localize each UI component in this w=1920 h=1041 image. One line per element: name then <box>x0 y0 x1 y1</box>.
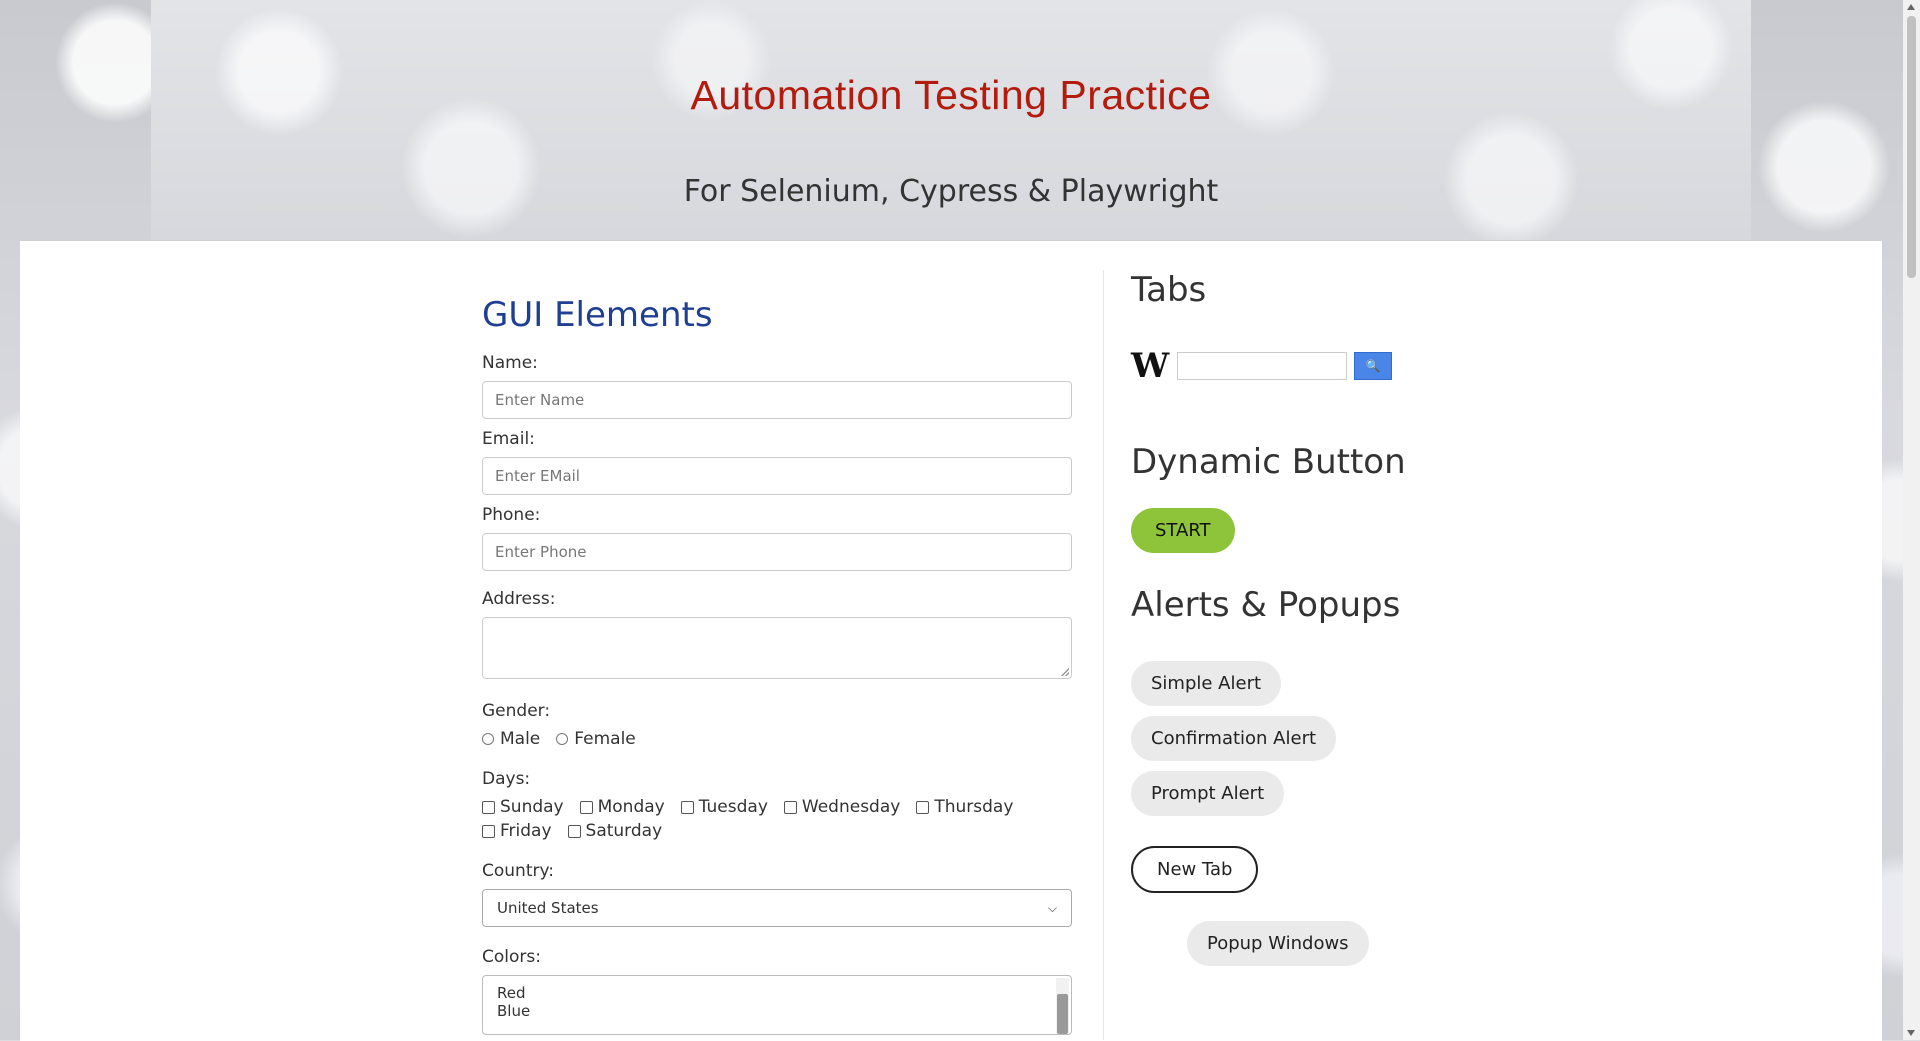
wikipedia-search-button[interactable]: 🔍 <box>1354 352 1393 380</box>
sunday-checkbox[interactable] <box>482 800 495 814</box>
days-label: Days: <box>482 769 531 789</box>
day-wednesday[interactable]: Wednesday <box>783 797 901 817</box>
monday-checkbox[interactable] <box>579 800 593 814</box>
female-label: Female <box>574 729 636 749</box>
prompt-alert-button[interactable]: Prompt Alert <box>1131 771 1285 816</box>
column-divider <box>1103 270 1104 1040</box>
country-label: Country: <box>482 861 555 881</box>
gui-elements-section: GUI Elements Name: Enter Name Email: Ent… <box>482 295 1072 1035</box>
friday-label: Friday <box>500 821 552 841</box>
start-button[interactable]: START <box>1131 508 1235 553</box>
page-scroll-thumb[interactable] <box>1907 16 1916 278</box>
page-subtitle: For Selenium, Cypress & Playwright <box>683 174 1219 209</box>
colors-listbox[interactable]: Red Blue <box>482 975 1072 1035</box>
gender-option-female[interactable]: Female <box>556 729 636 749</box>
dynamic-button-title: Dynamic Button <box>1131 442 1406 482</box>
phone-input[interactable]: Enter Phone <box>482 533 1072 571</box>
day-saturday[interactable]: Saturday <box>567 821 663 841</box>
monday-label: Monday <box>597 797 665 817</box>
country-selected-value: United States <box>497 899 599 917</box>
confirmation-alert-button[interactable]: Confirmation Alert <box>1131 716 1337 761</box>
name-label: Name: <box>482 353 538 373</box>
saturday-label: Saturday <box>585 821 663 841</box>
phone-label: Phone: <box>482 505 541 525</box>
saturday-checkbox[interactable] <box>567 824 581 838</box>
color-option-red[interactable]: Red <box>497 984 1057 1002</box>
female-radio[interactable] <box>556 733 569 745</box>
resize-grip-icon[interactable] <box>1061 668 1069 676</box>
phone-placeholder: Enter Phone <box>495 543 587 561</box>
scroll-down-arrow-icon[interactable] <box>1907 1030 1915 1036</box>
day-friday[interactable]: Friday <box>482 821 552 841</box>
wikipedia-search-input[interactable] <box>1177 352 1348 380</box>
male-label: Male <box>500 729 541 749</box>
tuesday-checkbox[interactable] <box>680 800 694 814</box>
tuesday-label: Tuesday <box>698 797 768 817</box>
day-sunday[interactable]: Sunday <box>482 797 564 817</box>
wikipedia-logo-icon: W <box>1131 346 1170 386</box>
male-radio[interactable] <box>482 733 494 745</box>
colors-label: Colors: <box>482 947 541 967</box>
right-sidebar: Tabs W 🔍 Dynamic Button START Alerts & P… <box>1131 270 1531 966</box>
days-row-1: Sunday Monday Tuesday Wednesday Thursday <box>482 797 1072 817</box>
page-title: Automation Testing Practice <box>690 72 1212 118</box>
wikipedia-search-widget: W 🔍 <box>1131 346 1531 386</box>
address-label: Address: <box>482 589 556 609</box>
search-icon: 🔍 <box>1365 359 1381 373</box>
popup-windows-button[interactable]: Popup Windows <box>1187 921 1369 966</box>
day-tuesday[interactable]: Tuesday <box>680 797 768 817</box>
email-placeholder: Enter EMail <box>495 467 580 485</box>
chevron-down-icon: ⌵ <box>1047 900 1057 915</box>
wednesday-label: Wednesday <box>801 797 901 817</box>
email-input[interactable]: Enter EMail <box>482 457 1072 495</box>
address-textarea[interactable] <box>482 617 1072 679</box>
gender-option-male[interactable]: Male <box>482 729 540 749</box>
alerts-popups-title: Alerts & Popups <box>1131 585 1401 625</box>
gui-elements-title: GUI Elements <box>482 295 713 335</box>
email-label: Email: <box>482 429 535 449</box>
thursday-label: Thursday <box>934 797 1014 817</box>
thursday-checkbox[interactable] <box>916 800 930 814</box>
scroll-up-arrow-icon[interactable] <box>1907 4 1915 10</box>
day-monday[interactable]: Monday <box>579 797 665 817</box>
tabs-title: Tabs <box>1131 270 1207 310</box>
header-banner: Automation Testing Practice For Selenium… <box>151 0 1751 240</box>
name-placeholder: Enter Name <box>495 391 585 409</box>
days-row-2: Friday Saturday <box>482 821 1072 841</box>
name-input[interactable]: Enter Name <box>482 381 1072 419</box>
country-select[interactable]: United States ⌵ <box>482 889 1072 927</box>
listbox-scroll-thumb[interactable] <box>1057 994 1068 1034</box>
new-tab-button[interactable]: New Tab <box>1131 846 1259 893</box>
friday-checkbox[interactable] <box>482 824 495 838</box>
simple-alert-button[interactable]: Simple Alert <box>1131 661 1282 706</box>
sunday-label: Sunday <box>500 797 564 817</box>
gender-group: Male Female <box>482 729 1072 749</box>
page-scrollbar[interactable] <box>1903 0 1920 1040</box>
gender-label: Gender: <box>482 701 551 721</box>
day-thursday[interactable]: Thursday <box>916 797 1013 817</box>
wednesday-checkbox[interactable] <box>783 800 797 814</box>
color-option-blue[interactable]: Blue <box>497 1002 1057 1020</box>
